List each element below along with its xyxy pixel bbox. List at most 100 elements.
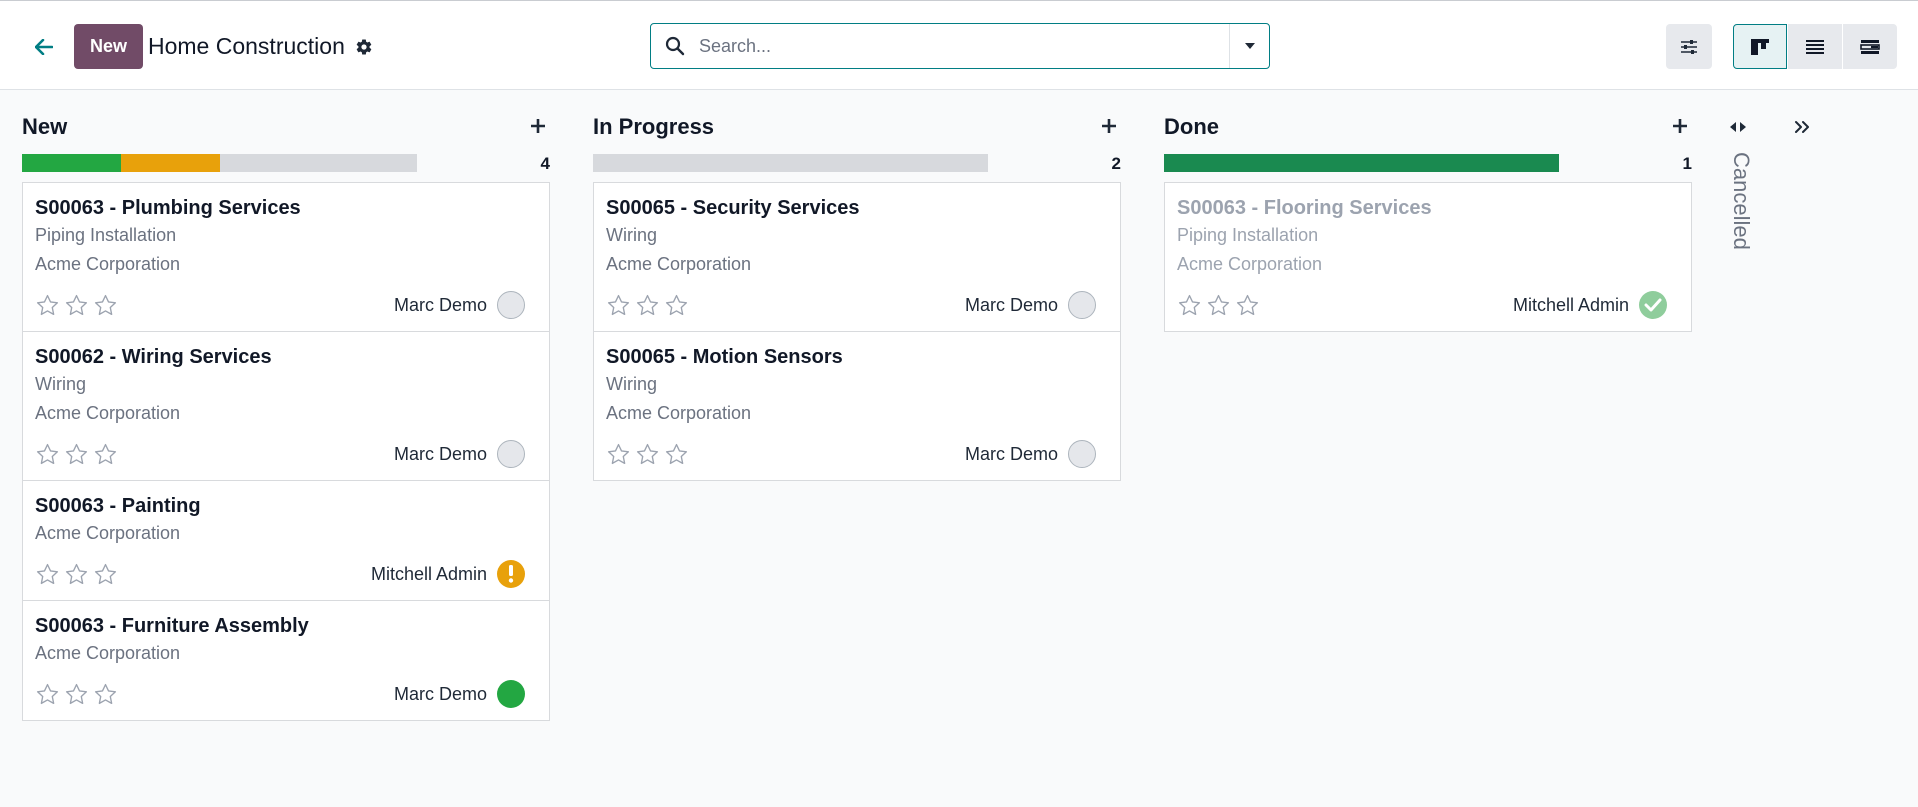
card-footer: Marc Demo	[35, 428, 537, 480]
progress-bar	[22, 154, 417, 172]
star-icon[interactable]	[606, 293, 631, 318]
card-detail: Wiring	[606, 225, 658, 245]
priority-stars	[35, 293, 118, 318]
star-icon[interactable]	[93, 293, 118, 318]
priority-stars	[35, 562, 118, 587]
column-title[interactable]: New	[22, 114, 67, 140]
sliders-icon	[1681, 39, 1697, 54]
card-detail: Acme Corporation	[606, 254, 752, 274]
star-icon[interactable]	[35, 293, 60, 318]
plus-icon[interactable]	[526, 114, 550, 138]
star-icon[interactable]	[1235, 293, 1260, 318]
star-icon[interactable]	[64, 562, 89, 587]
back-button[interactable]	[30, 34, 58, 60]
card-assignee: Marc Demo	[393, 295, 487, 315]
kanban-card[interactable]: S00063 - Furniture Assembly Acme Corporat…	[23, 600, 549, 720]
search-options-toggle[interactable]	[1229, 24, 1269, 68]
status-indicator-normal[interactable]	[1068, 440, 1096, 468]
progress-bar	[593, 154, 988, 172]
card-assignee: Marc Demo	[393, 444, 487, 464]
kanban-card[interactable]: S00063 - Plumbing Services Piping Install…	[23, 183, 549, 331]
card-title: S00065 - Security Services	[606, 197, 860, 219]
search-input[interactable]	[699, 26, 1229, 66]
kanban-column: New 4 S00063 - Plumbing Services Piping Ins…	[22, 108, 550, 721]
star-icon[interactable]	[664, 293, 689, 318]
folded-column: Cancelled	[1720, 108, 1840, 308]
column-title[interactable]: Done	[1164, 114, 1219, 140]
kanban-card[interactable]: S00065 - Security Services Wiring Acme Cor…	[594, 183, 1120, 331]
status-indicator-done[interactable]	[497, 680, 525, 708]
arrow-left-icon	[35, 39, 53, 55]
card-detail: Acme Corporation	[35, 523, 181, 543]
status-indicator-approved[interactable]	[1639, 291, 1667, 319]
caret-down-icon	[1244, 43, 1255, 49]
star-icon[interactable]	[664, 442, 689, 467]
column-count: 1	[1682, 154, 1692, 173]
card-detail: Acme Corporation	[35, 254, 181, 274]
column-header: New	[22, 108, 550, 148]
filter-settings-button[interactable]	[1666, 24, 1712, 69]
card-footer: Marc Demo	[35, 668, 537, 720]
status-indicator-normal[interactable]	[497, 440, 525, 468]
column-progress: 1	[1164, 148, 1692, 176]
column-header: In Progress	[593, 108, 1121, 148]
star-icon[interactable]	[1206, 293, 1231, 318]
column-count: 4	[540, 154, 550, 173]
progress-segment-blocked[interactable]	[120, 154, 220, 172]
kanban-card[interactable]: S00063 - Flooring Services Piping Install…	[1165, 183, 1691, 331]
progress-segment-normal[interactable]	[219, 154, 417, 172]
card-assignee: Marc Demo	[964, 444, 1058, 464]
card-assignee: Marc Demo	[964, 295, 1058, 315]
column-count: 2	[1111, 154, 1121, 173]
double-chevron-right-icon[interactable]	[1790, 116, 1814, 138]
exclamation-icon	[508, 565, 514, 583]
star-icon[interactable]	[1177, 293, 1202, 318]
progress-segment-normal[interactable]	[593, 154, 988, 172]
activity-icon	[1860, 39, 1880, 54]
card-title: S00063 - Plumbing Services	[35, 197, 301, 219]
activity-view-button[interactable]	[1843, 24, 1897, 69]
kanban-card[interactable]: S00063 - Painting Acme Corporation Mitchel…	[23, 480, 549, 600]
progress-segment-done[interactable]	[1164, 154, 1559, 172]
star-icon[interactable]	[635, 442, 660, 467]
search-bar	[650, 23, 1270, 69]
kanban-card[interactable]: S00065 - Motion Sensors Wiring Acme Corpor…	[594, 331, 1120, 480]
kanban-card[interactable]: S00062 - Wiring Services Wiring Acme Corpo…	[23, 331, 549, 480]
star-icon[interactable]	[93, 442, 118, 467]
star-icon[interactable]	[64, 682, 89, 707]
status-indicator-normal[interactable]	[1068, 291, 1096, 319]
card-footer: Marc Demo	[606, 279, 1108, 331]
priority-stars	[35, 682, 118, 707]
plus-icon[interactable]	[1097, 114, 1121, 138]
star-icon[interactable]	[635, 293, 660, 318]
star-icon[interactable]	[64, 442, 89, 467]
card-title: S00063 - Flooring Services	[1177, 197, 1432, 219]
star-icon[interactable]	[64, 293, 89, 318]
page-title: Home Construction	[148, 33, 345, 59]
priority-stars	[606, 293, 689, 318]
new-button[interactable]: New	[74, 24, 143, 69]
list-view-button[interactable]	[1788, 24, 1842, 69]
card-detail: Acme Corporation	[35, 403, 181, 423]
status-indicator-blocked[interactable]	[497, 560, 525, 588]
card-detail: Wiring	[606, 374, 658, 394]
plus-icon[interactable]	[1668, 114, 1692, 138]
column-progress: 2	[593, 148, 1121, 176]
gear-icon[interactable]	[354, 37, 374, 57]
kanban-view-button[interactable]	[1733, 24, 1787, 69]
priority-stars	[35, 442, 118, 467]
folded-column-title[interactable]: Cancelled	[1728, 152, 1754, 250]
star-icon[interactable]	[35, 682, 60, 707]
star-icon[interactable]	[606, 442, 631, 467]
status-indicator-normal[interactable]	[497, 291, 525, 319]
progress-segment-done[interactable]	[22, 154, 121, 172]
column-title[interactable]: In Progress	[593, 114, 714, 140]
star-icon[interactable]	[93, 682, 118, 707]
list-icon	[1806, 39, 1824, 54]
star-icon[interactable]	[35, 442, 60, 467]
card-assignee: Mitchell Admin	[1512, 295, 1629, 315]
card-detail: Acme Corporation	[35, 643, 181, 663]
star-icon[interactable]	[93, 562, 118, 587]
star-icon[interactable]	[35, 562, 60, 587]
fold-toggle-icon[interactable]	[1726, 116, 1750, 138]
